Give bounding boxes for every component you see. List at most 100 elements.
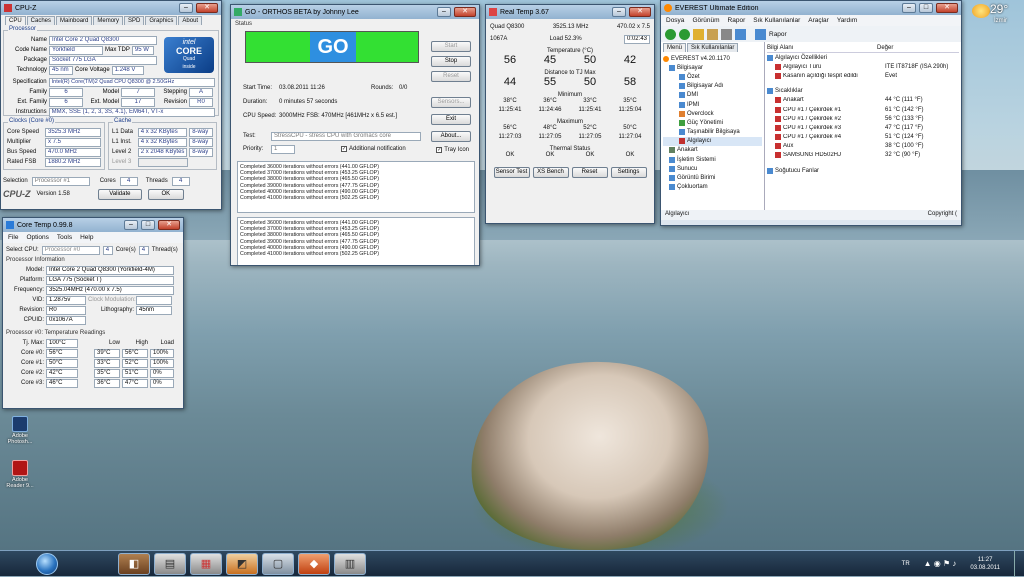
property-row[interactable]: Algılayıcı Türü ITE IT8718F (ISA 290h) <box>767 62 959 71</box>
menu-options[interactable]: Options <box>26 234 48 241</box>
reset-button[interactable]: Reset <box>571 167 608 178</box>
clock[interactable]: 11:27 03.08.2011 <box>970 556 1000 572</box>
start-button[interactable]: Start <box>431 41 471 52</box>
show-desktop-button[interactable] <box>1014 550 1024 577</box>
notification-checkbox[interactable]: ✓ <box>341 146 347 152</box>
tab-mainboard[interactable]: Mainboard <box>56 16 93 25</box>
close-button[interactable]: ✕ <box>158 220 180 230</box>
tab-favorites[interactable]: Sık Kullanılanlar <box>687 43 739 52</box>
tree-item[interactable]: Anakart <box>663 146 762 155</box>
property-row[interactable]: SAMSUNG HD502HJ 32 °C (90 °F) <box>767 151 959 160</box>
minimize-button[interactable]: – <box>179 3 193 13</box>
tab-spd[interactable]: SPD <box>124 16 145 25</box>
tab-menu[interactable]: Menü <box>663 43 687 52</box>
tree-item[interactable]: Sunucu <box>663 164 762 173</box>
menu-rapor[interactable]: Rapor <box>728 17 746 24</box>
menu-tools[interactable]: Tools <box>57 234 72 241</box>
weather-gadget[interactable]: 29° İzmir <box>972 2 1022 32</box>
cpuz-titlebar[interactable]: CPU-Z – ✕ <box>1 1 221 15</box>
property-row[interactable]: CPU #1 / Çekirdek #2 56 °C (133 °F) <box>767 114 959 123</box>
property-row[interactable]: CPU #1 / Çekirdek #4 51 °C (124 °F) <box>767 133 959 142</box>
exit-button[interactable]: Exit <box>431 114 471 125</box>
tree-item[interactable]: IPMI <box>663 100 762 109</box>
validate-button[interactable]: Validate <box>97 188 142 200</box>
tray-icon-checkbox[interactable]: ✓ <box>436 147 443 153</box>
taskbar-app-1[interactable]: ◧ <box>118 552 150 575</box>
maximize-button[interactable]: □ <box>919 3 933 13</box>
back-icon[interactable] <box>665 28 676 40</box>
tree-item[interactable]: Bilgisayar Adı <box>663 82 762 91</box>
menu-gorunum[interactable]: Görünüm <box>692 17 719 24</box>
tab-about[interactable]: About <box>178 16 203 25</box>
stop-button[interactable]: Stop <box>431 56 471 67</box>
taskbar-app-3[interactable]: ▦ <box>190 552 222 575</box>
taskbar-app-5[interactable]: ▢ <box>262 552 294 575</box>
tree-item-root[interactable]: EVEREST v4.20.1170 <box>663 54 762 63</box>
log-panel-2[interactable]: Completed 36000 iterations without error… <box>237 217 475 265</box>
tree-item[interactable]: İşletim Sistemi <box>663 155 762 164</box>
tree-item[interactable]: Görüntü Birimi <box>663 173 762 182</box>
menu-araclar[interactable]: Araçlar <box>808 17 829 24</box>
tree-item[interactable]: Algılayıcı <box>663 136 762 146</box>
menu-file[interactable]: File <box>8 234 18 241</box>
property-row[interactable]: Aux 38 °C (100 °F) <box>767 142 959 151</box>
taskbar-app-6[interactable]: ◆ <box>298 552 330 575</box>
minimize-button[interactable]: – <box>902 3 916 13</box>
language-indicator[interactable]: TR <box>902 561 910 567</box>
tab-cpu[interactable]: CPU <box>5 16 26 25</box>
tree-item[interactable]: Taşınabilir Bilgisaya <box>663 128 762 137</box>
about-button[interactable]: About... <box>431 131 471 142</box>
everest-titlebar[interactable]: EVEREST Ultimate Edition – □ ✕ <box>661 1 961 15</box>
minimize-button[interactable]: – <box>437 7 451 17</box>
close-button[interactable]: ✕ <box>454 7 476 17</box>
column-header-field[interactable]: Bilgi Alanı <box>767 45 877 51</box>
settings-button[interactable]: Settings <box>610 167 647 178</box>
forward-icon[interactable] <box>679 28 690 40</box>
taskbar-app-4[interactable]: ◩ <box>226 552 258 575</box>
realtemp-titlebar[interactable]: Real Temp 3.67 – ✕ <box>486 5 654 19</box>
tree-item[interactable]: Çokluortam <box>663 183 762 192</box>
tab-graphics[interactable]: Graphics <box>145 16 178 25</box>
log-panel-1[interactable]: Completed 36000 iterations without error… <box>237 161 475 213</box>
taskbar-app-2[interactable]: ▤ <box>154 552 186 575</box>
menu-yardim[interactable]: Yardım <box>837 17 857 24</box>
cpu-select[interactable]: Processor #0 <box>41 245 100 255</box>
tree-item[interactable]: Bilgisayar <box>663 63 762 72</box>
tree-item[interactable]: Overclock <box>663 109 762 118</box>
property-row[interactable]: CPU #1 / Çekirdek #3 47 °C (117 °F) <box>767 123 959 132</box>
report-button[interactable]: Rapor <box>769 31 787 38</box>
menu-sik-kullanilanlar[interactable]: Sık Kullanılanlar <box>753 17 800 24</box>
tab-caches[interactable]: Caches <box>26 16 56 25</box>
desktop-icon-reader[interactable]: Adobe Reader 9... <box>4 460 36 489</box>
close-button[interactable]: ✕ <box>196 3 218 13</box>
close-button[interactable]: ✕ <box>936 3 958 13</box>
close-button[interactable]: ✕ <box>629 7 651 17</box>
property-row[interactable]: CPU #1 / Çekirdek #1 61 °C (142 °F) <box>767 105 959 114</box>
user-icon[interactable] <box>721 28 732 40</box>
reset-button[interactable]: Reset <box>431 71 471 82</box>
desktop-icon-photoshop[interactable]: Adobe Photosh... <box>4 416 36 445</box>
menu-dosya[interactable]: Dosya <box>666 17 684 24</box>
refresh-icon[interactable] <box>707 28 718 40</box>
minimize-button[interactable]: – <box>124 220 138 230</box>
taskbar-app-7[interactable]: ▥ <box>334 552 366 575</box>
orthos-titlebar[interactable]: GO - ORTHOS BETA by Johnny Lee – ✕ <box>231 5 479 19</box>
ok-button[interactable]: OK <box>147 188 184 200</box>
xs-bench-button[interactable]: XS Bench <box>532 167 569 178</box>
minimize-button[interactable]: – <box>612 7 626 17</box>
property-row[interactable]: Kasanın açıldığı tespit edildi Evet <box>767 71 959 80</box>
chart-icon[interactable] <box>735 28 746 40</box>
tray-icons[interactable]: ▲ ◉ ⚑ ♪ <box>924 559 957 568</box>
property-row[interactable]: Anakart 44 °C (111 °F) <box>767 96 959 105</box>
tree-item[interactable]: Özet <box>663 72 762 81</box>
test-select[interactable]: StressCPU - stress CPU with Gromacs core <box>271 131 421 141</box>
maximize-button[interactable]: □ <box>141 220 155 230</box>
tree-item[interactable]: Güç Yönetimi <box>663 118 762 127</box>
menu-help[interactable]: Help <box>80 234 93 241</box>
priority-select[interactable]: 1 <box>271 144 295 154</box>
column-header-value[interactable]: Değer <box>877 45 893 51</box>
tree-item[interactable]: DMI <box>663 91 762 100</box>
sensor-test-button[interactable]: Sensor Test <box>493 167 530 178</box>
up-icon[interactable] <box>693 28 704 40</box>
start-button[interactable] <box>36 552 58 575</box>
